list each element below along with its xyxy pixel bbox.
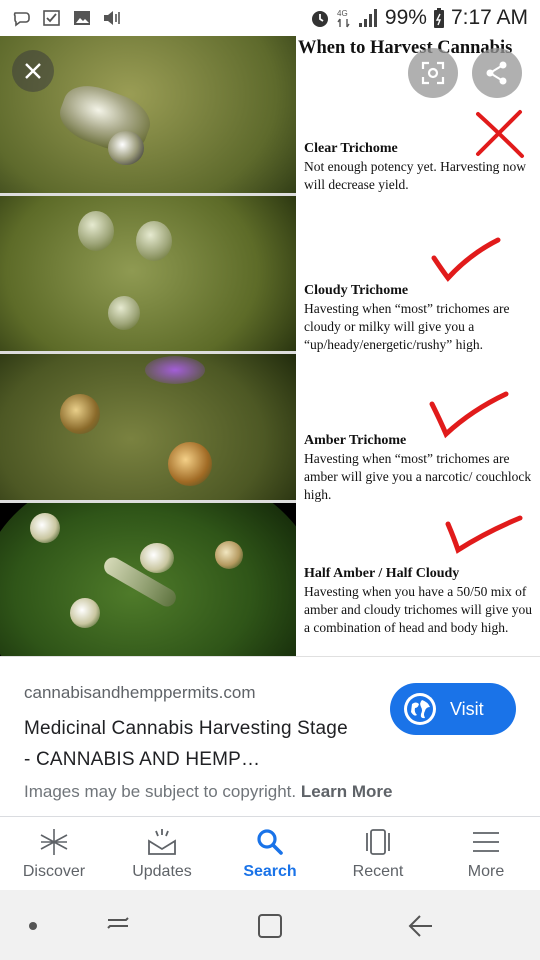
status-right: 4G 99% 7:17 AM (309, 6, 528, 30)
lens-icon (421, 61, 445, 85)
back-button-icon[interactable] (406, 912, 434, 940)
home-button-icon[interactable] (256, 912, 284, 940)
stage-cloudy: Cloudy Trichome Havesting when “most” tr… (304, 282, 540, 354)
battery-icon (433, 8, 444, 28)
close-button[interactable] (12, 50, 54, 92)
source-domain[interactable]: cannabisandhemppermits.com (24, 683, 256, 703)
globe-icon (404, 693, 436, 725)
image-info-card: cannabisandhemppermits.com Medicinal Can… (0, 656, 540, 816)
tab-more[interactable]: More (432, 817, 540, 890)
visit-button[interactable]: Visit (390, 683, 516, 735)
amber-trichome-photo (0, 354, 296, 500)
tab-label: Search (243, 863, 297, 880)
stage-amber: Amber Trichome Havesting when “most” tri… (304, 432, 540, 504)
menu-icon (473, 832, 499, 852)
svg-text:4G: 4G (337, 9, 348, 18)
checkbox-icon (43, 10, 60, 26)
search-icon (257, 829, 283, 855)
check-mark-icon (431, 237, 501, 282)
status-bar: 4G 99% 7:17 AM (0, 0, 540, 36)
volume-icon (104, 11, 120, 25)
image-viewer[interactable]: When to Harvest Cannabis Clear Trichome … (0, 36, 540, 656)
tab-search[interactable]: Search (216, 817, 324, 890)
system-navigation-bar (0, 890, 540, 960)
visit-label: Visit (450, 698, 484, 719)
chat-icon (13, 12, 30, 27)
tab-label: Updates (132, 863, 192, 880)
asterisk-icon (40, 829, 68, 855)
stage-description: Havesting when “most” trichomes are ambe… (304, 451, 532, 502)
notification-icons (12, 9, 122, 27)
tab-updates[interactable]: Updates (108, 817, 216, 890)
stage-description: Havesting when you have a 50/50 mix of a… (304, 584, 532, 635)
lens-button[interactable] (408, 48, 458, 98)
copyright-notice: Images may be subject to copyright. Lear… (24, 782, 393, 802)
share-button[interactable] (472, 48, 522, 98)
close-icon (25, 63, 41, 79)
harvest-guide-text: When to Harvest Cannabis Clear Trichome … (296, 36, 540, 656)
image-icon (74, 11, 90, 25)
stage-description: Not enough potency yet. Harvesting now w… (304, 159, 526, 192)
bottom-navigation: Discover Updates Search Recent More (0, 816, 540, 890)
battery-percent: 99% (384, 6, 427, 29)
tab-label: Discover (22, 863, 86, 880)
check-mark-icon (445, 515, 523, 554)
copyright-text: Images may be subject to copyright. (24, 782, 297, 801)
tab-recent[interactable]: Recent (324, 817, 432, 890)
share-icon (486, 61, 507, 85)
stage-description: Havesting when “most” trichomes are clou… (304, 301, 510, 352)
x-mark-icon (476, 110, 524, 158)
stage-half: Half Amber / Half Cloudy Havesting when … (304, 565, 540, 637)
alarm-icon (311, 11, 328, 27)
stage-title: Cloudy Trichome (304, 283, 409, 298)
tab-label: Recent (352, 863, 404, 880)
trichome-photos (0, 36, 296, 656)
half-amber-photo (0, 503, 296, 656)
recent-icon (366, 829, 390, 855)
clock: 7:17 AM (450, 6, 528, 29)
learn-more-link[interactable]: Learn More (301, 782, 393, 801)
tab-discover[interactable]: Discover (0, 817, 108, 890)
recents-button-icon[interactable] (104, 910, 132, 938)
stage-title: Half Amber / Half Cloudy (304, 566, 460, 581)
tab-label: More (467, 863, 505, 880)
check-mark-icon (429, 391, 509, 439)
cloudy-trichome-photo (0, 196, 296, 351)
updates-icon (148, 829, 176, 855)
dot-icon[interactable] (28, 921, 38, 931)
data-icon: 4G (337, 9, 350, 28)
page-title[interactable]: Medicinal Cannabis Harvesting Stage - CA… (24, 713, 354, 775)
signal-icon (358, 9, 377, 27)
